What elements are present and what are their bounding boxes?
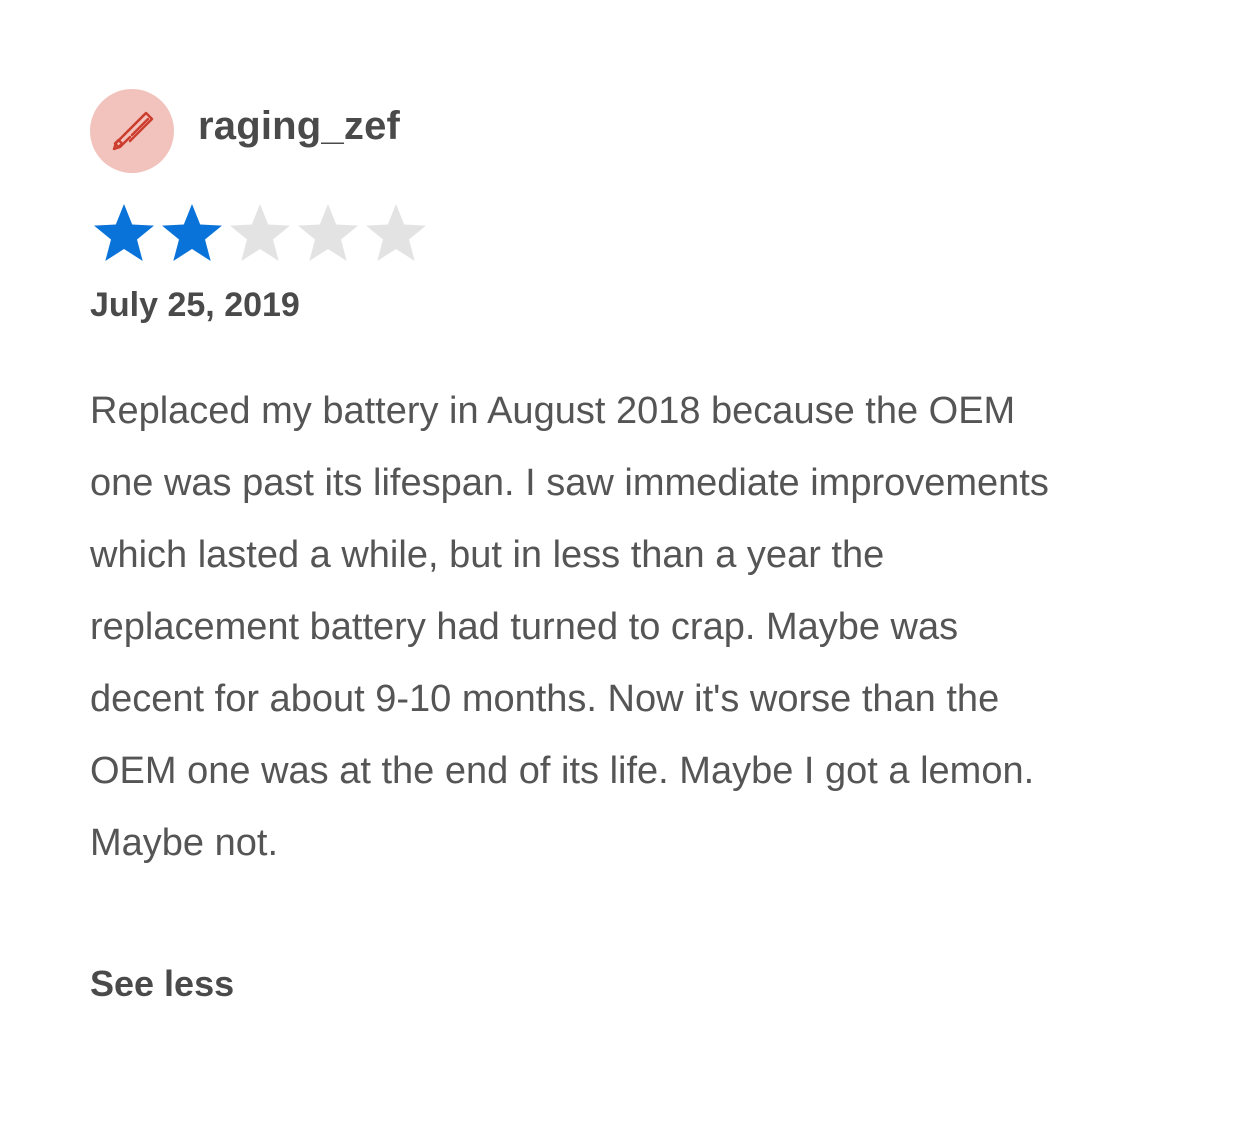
- review-body-line: Maybe not.: [90, 822, 278, 864]
- review-body-line: replacement battery had turned to crap. …: [90, 606, 959, 648]
- review-header: raging_zef: [90, 88, 1150, 174]
- star-filled-icon: [158, 200, 226, 266]
- star-rating: [90, 200, 1150, 266]
- see-less-link[interactable]: See less: [90, 963, 234, 1005]
- review-body-line: one was past its lifespan. I saw immedia…: [90, 462, 1049, 504]
- review-body-line: Replaced my battery in August 2018 becau…: [90, 390, 1016, 432]
- avatar[interactable]: [90, 89, 174, 173]
- star-empty-icon: [226, 200, 294, 266]
- review-card: raging_zef July 25, 2019 Replaced my bat…: [90, 88, 1150, 1005]
- username[interactable]: raging_zef: [198, 104, 400, 149]
- star-empty-icon: [362, 200, 430, 266]
- star-filled-icon: [90, 200, 158, 266]
- review-date: July 25, 2019: [90, 286, 300, 324]
- review-body-line: decent for about 9-10 months. Now it's w…: [90, 678, 1000, 720]
- review-body: Replaced my battery in August 2018 becau…: [90, 375, 1130, 879]
- hacksaw-icon: [104, 101, 160, 162]
- review-body-line: which lasted a while, but in less than a…: [90, 534, 885, 576]
- star-empty-icon: [294, 200, 362, 266]
- review-body-line: OEM one was at the end of its life. Mayb…: [90, 750, 1035, 792]
